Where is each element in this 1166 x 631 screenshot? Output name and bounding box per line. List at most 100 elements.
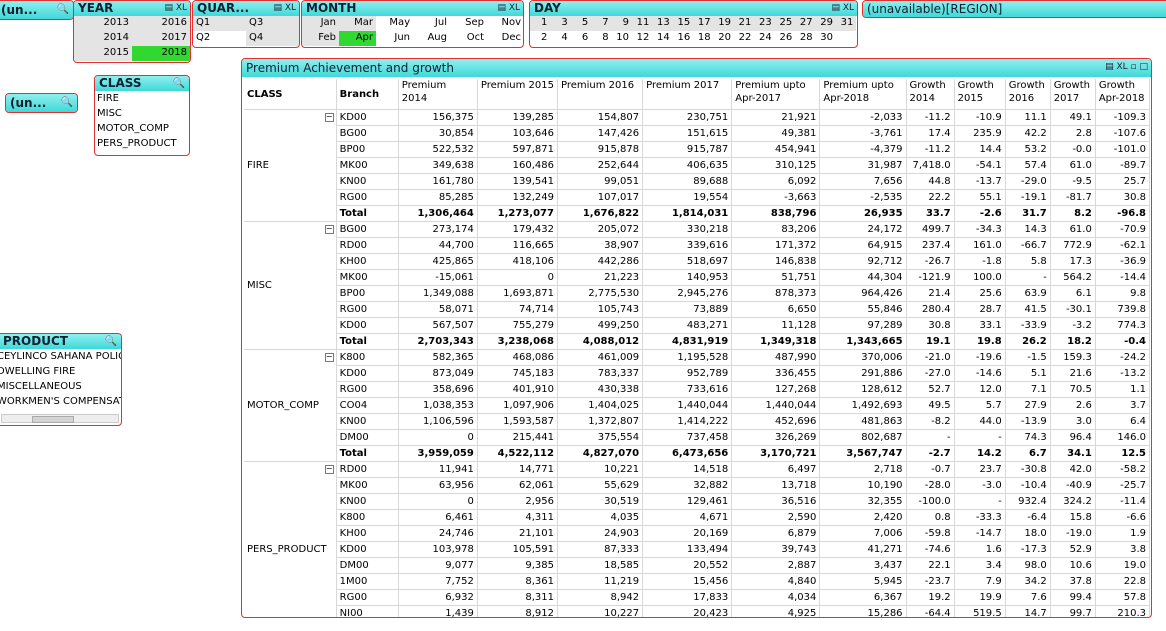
unavailable-listbox-1[interactable]: (un... 🔍 xyxy=(0,0,74,20)
xl-export-icon[interactable]: ▤ XL xyxy=(164,1,187,16)
listbox-value[interactable]: 24 xyxy=(754,31,774,46)
column-header[interactable]: Premium upto Apr-2017 xyxy=(731,79,821,110)
list-item[interactable]: MISC xyxy=(95,106,189,121)
listbox-value[interactable]: 23 xyxy=(754,16,775,31)
search-icon[interactable]: 🔍 xyxy=(61,94,73,112)
column-header[interactable]: CLASS xyxy=(244,79,337,110)
listbox-value[interactable]: Jun xyxy=(376,31,413,46)
listbox-value[interactable]: 15 xyxy=(672,16,694,31)
listbox-value[interactable]: May xyxy=(376,16,413,31)
listbox-value[interactable]: Mar xyxy=(339,16,376,31)
listbox-value[interactable]: 21 xyxy=(734,16,755,31)
column-header[interactable]: Premium 2017 xyxy=(642,79,733,110)
listbox-value[interactable]: 10 xyxy=(612,31,632,46)
list-item[interactable]: MISCELLANEOUS xyxy=(0,379,121,394)
listbox-value[interactable]: Q1 xyxy=(193,16,246,31)
search-icon[interactable]: 🔍 xyxy=(105,334,117,349)
listbox-value[interactable]: 20 xyxy=(714,31,734,46)
listbox-value[interactable]: 19 xyxy=(713,16,734,31)
list-item[interactable]: MOTOR_COMP xyxy=(95,121,189,136)
scrollbar-thumb[interactable] xyxy=(32,416,74,423)
column-header[interactable]: Growth 2014 xyxy=(906,79,955,110)
column-header[interactable]: Growth 2016 xyxy=(1005,79,1051,110)
horizontal-scrollbar[interactable] xyxy=(1,414,119,423)
collapse-icon[interactable]: − xyxy=(324,353,334,362)
collapse-icon[interactable]: − xyxy=(324,465,334,474)
column-header[interactable]: Growth 2017 xyxy=(1050,79,1096,110)
listbox-value[interactable]: Jul xyxy=(413,16,450,31)
listbox-value[interactable]: Jan xyxy=(302,16,339,31)
listbox-value[interactable]: Sep xyxy=(450,16,487,31)
listbox-value[interactable]: Q3 xyxy=(246,16,299,31)
list-item[interactable]: PERS_PRODUCT xyxy=(95,136,189,151)
listbox-value[interactable]: Q2 xyxy=(193,31,246,46)
listbox-value[interactable]: 2014 xyxy=(74,31,132,46)
collapse-icon[interactable]: − xyxy=(324,113,334,122)
column-header[interactable]: Premium upto Apr-2018 xyxy=(819,79,907,110)
listbox-value[interactable]: 9 xyxy=(611,16,632,31)
listbox-value[interactable]: Q4 xyxy=(246,31,299,46)
class-listbox[interactable]: CLASS 🔍 FIRE MISC MOTOR_COMP PERS_PRODUCT xyxy=(94,75,190,156)
listbox-value[interactable]: Apr xyxy=(339,31,376,46)
product-listbox[interactable]: PRODUCT 🔍 CEYLINCO SAHANA POLIC DWELLING … xyxy=(0,333,122,426)
premium-table-object[interactable]: Premium Achievement and growth ▤ XL ▫ □ … xyxy=(241,58,1152,618)
listbox-value[interactable]: 12 xyxy=(632,31,652,46)
listbox-value[interactable]: 26 xyxy=(775,31,795,46)
listbox-value[interactable]: 8 xyxy=(591,31,611,46)
day-listbox[interactable]: DAY ▤ XL 1 3 5 7 9 11 13 15 17 19 21 23 25 27 29 31 2 4 6 8… xyxy=(529,0,858,48)
listbox-value[interactable]: 7 xyxy=(591,16,612,31)
listbox-value[interactable]: 3 xyxy=(550,16,571,31)
listbox-value[interactable]: 2018 xyxy=(132,46,190,61)
search-icon[interactable]: 🔍 xyxy=(57,1,69,19)
listbox-value[interactable]: 22 xyxy=(734,31,754,46)
region-listbox[interactable]: (unavailable)[REGION] xyxy=(862,0,1166,18)
listbox-value[interactable]: 2013 xyxy=(74,16,132,31)
column-header[interactable]: Premium 2015 xyxy=(477,79,558,110)
listbox-value[interactable]: Feb xyxy=(302,31,339,46)
listbox-value[interactable]: 17 xyxy=(693,16,714,31)
list-item[interactable]: CEYLINCO SAHANA POLIC xyxy=(0,349,121,364)
xl-export-icon[interactable]: ▤ XL xyxy=(497,1,520,16)
column-header[interactable]: Premium 2016 xyxy=(557,79,644,110)
quarter-listbox[interactable]: QUAR... ▤ XL Q1 Q3 Q2 Q4 xyxy=(192,0,300,48)
listbox-value[interactable]: 2 xyxy=(530,31,550,46)
collapse-icon[interactable]: − xyxy=(324,225,334,234)
year-listbox[interactable]: YEAR ▤ XL 2013 2016 2014 2017 2015 2018 xyxy=(73,0,191,63)
listbox-value[interactable]: Oct xyxy=(450,31,487,46)
listbox-value[interactable]: 1 xyxy=(530,16,551,31)
listbox-value[interactable]: 25 xyxy=(774,16,796,31)
list-item[interactable]: WORKMEN'S COMPENSAT xyxy=(0,394,121,409)
listbox-value[interactable]: 11 xyxy=(632,16,653,31)
column-header[interactable]: Branch xyxy=(336,79,399,110)
listbox-value[interactable]: 16 xyxy=(673,31,693,46)
column-header[interactable]: Growth Apr-2018 xyxy=(1095,79,1151,110)
listbox-value[interactable]: Nov xyxy=(487,16,523,31)
listbox-value[interactable]: 6 xyxy=(571,31,591,46)
listbox-value[interactable]: 28 xyxy=(795,31,815,46)
xl-export-icon[interactable]: ▤ XL xyxy=(831,1,854,16)
listbox-value[interactable]: 2016 xyxy=(132,16,190,31)
listbox-value[interactable]: 4 xyxy=(550,31,570,46)
listbox-value[interactable]: 2015 xyxy=(74,46,132,61)
xl-export-icon[interactable]: ▤ XL xyxy=(273,1,296,16)
column-header[interactable]: Premium 2014 xyxy=(398,79,478,110)
window-controls-icon[interactable]: ▤ XL ▫ □ xyxy=(1105,59,1148,75)
search-icon[interactable]: 🔍 xyxy=(173,76,185,91)
listbox-value[interactable]: Aug xyxy=(413,31,450,46)
listbox-value[interactable]: 27 xyxy=(795,16,816,31)
month-listbox[interactable]: MONTH ▤ XL Jan Mar May Jul Sep Nov Feb Apr Jun Au… xyxy=(301,0,524,48)
listbox-value[interactable]: Dec xyxy=(487,31,523,46)
listbox-value[interactable]: 31 xyxy=(836,16,857,31)
list-item[interactable]: FIRE xyxy=(95,91,189,106)
unavailable-listbox-2[interactable]: (un... 🔍 xyxy=(5,93,78,113)
list-item[interactable]: DWELLING FIRE xyxy=(0,364,121,379)
listbox-value[interactable]: 18 xyxy=(693,31,713,46)
value-cell: 19.8 xyxy=(954,333,1006,350)
listbox-value[interactable]: 13 xyxy=(652,16,673,31)
listbox-value[interactable]: 14 xyxy=(652,31,672,46)
listbox-value[interactable]: 30 xyxy=(816,31,836,46)
listbox-value[interactable]: 5 xyxy=(570,16,592,31)
listbox-value[interactable]: 29 xyxy=(815,16,836,31)
column-header[interactable]: Growth 2015 xyxy=(954,79,1006,110)
listbox-value[interactable]: 2017 xyxy=(132,31,190,46)
